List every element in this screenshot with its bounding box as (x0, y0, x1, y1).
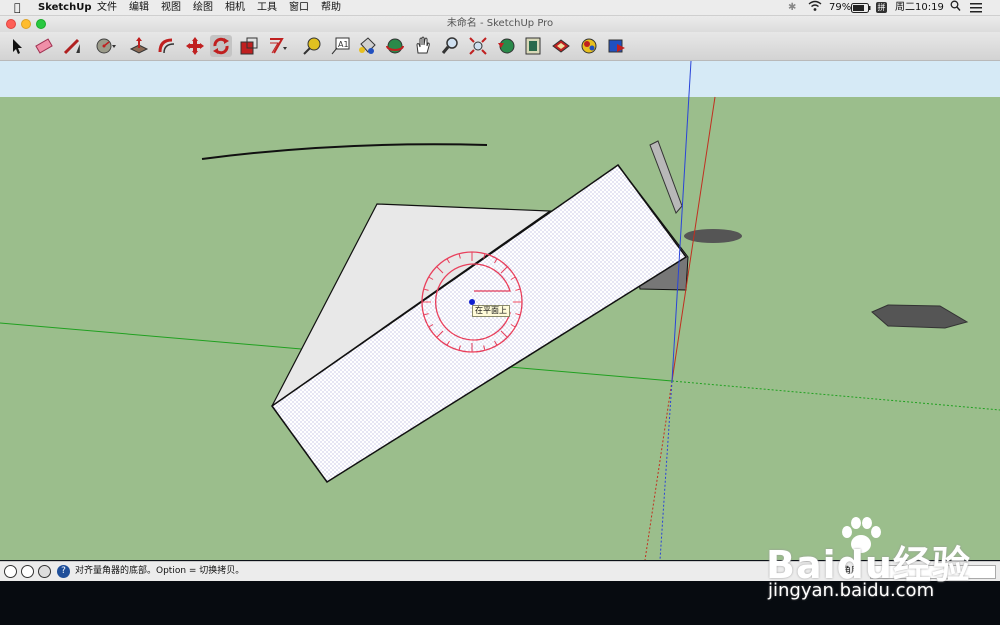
tape-measure-tool-icon[interactable] (301, 35, 323, 57)
menu-view[interactable]: 视图 (161, 0, 181, 15)
app-menu[interactable]: SketchUp (38, 0, 91, 15)
push-pull-tool-icon[interactable] (128, 35, 150, 57)
menu-draw[interactable]: 绘图 (193, 0, 213, 15)
apple-menu-icon[interactable]:  (14, 0, 21, 15)
battery-percent: 79% (829, 2, 852, 13)
geo-location-icon[interactable] (4, 565, 17, 578)
offset-tool-icon[interactable] (266, 35, 288, 57)
move-tool-icon[interactable] (184, 35, 206, 57)
extension-warehouse-icon[interactable] (550, 35, 572, 57)
follow-me-tool-icon[interactable] (156, 35, 178, 57)
menu-tools[interactable]: 工具 (257, 0, 277, 15)
pan-tool-icon[interactable] (412, 35, 434, 57)
window-title-bar: 未命名 - SketchUp Pro (0, 16, 1000, 32)
3d-warehouse-icon[interactable] (522, 35, 544, 57)
inference-tooltip: 在平面上 (472, 305, 510, 317)
rotate-tool-icon[interactable] (210, 35, 232, 57)
menu-camera[interactable]: 相机 (225, 0, 245, 15)
status-hint-text: 对齐量角器的底部。Option = 切换拷贝。 (75, 566, 245, 576)
bluetooth-icon[interactable]: ✱ (788, 0, 796, 15)
arc-tool-icon[interactable] (94, 35, 116, 57)
text-tool-icon[interactable]: A1 (329, 35, 351, 57)
menu-help[interactable]: 帮助 (321, 0, 341, 15)
input-method-indicator[interactable]: 拼 (876, 2, 887, 13)
select-tool-icon[interactable] (5, 35, 27, 57)
zoom-extents-tool-icon[interactable] (467, 35, 489, 57)
paint-bucket-tool-icon[interactable] (356, 35, 378, 57)
window-title: 未命名 - SketchUp Pro (446, 18, 554, 29)
watermark-url: jingyan.baidu.com (768, 580, 935, 601)
menu-file[interactable]: 文件 (97, 0, 117, 15)
menu-edit[interactable]: 编辑 (129, 0, 149, 15)
orbit-tool-icon[interactable] (384, 35, 406, 57)
account-icon[interactable] (38, 565, 51, 578)
sky (0, 61, 1000, 98)
svg-text:A1: A1 (338, 40, 349, 49)
menu-bar:  SketchUp 文件 编辑 视图 绘图 相机 工具 窗口 帮助 ✱ 79%… (0, 0, 1000, 16)
shadow-ellipse (684, 229, 742, 243)
credits-icon[interactable] (21, 565, 34, 578)
share-model-icon[interactable] (605, 35, 627, 57)
clock[interactable]: 周二10:19 (895, 0, 944, 15)
main-toolbar: A1 (0, 32, 1000, 61)
eraser-tool-icon[interactable] (33, 35, 55, 57)
zoom-tool-icon[interactable] (440, 35, 462, 57)
wifi-icon[interactable] (808, 0, 822, 17)
previous-view-icon[interactable] (495, 35, 517, 57)
layout-icon[interactable] (578, 35, 600, 57)
pencil-tool-icon[interactable] (61, 35, 83, 57)
menu-window[interactable]: 窗口 (289, 0, 309, 15)
spotlight-search-icon[interactable] (950, 0, 961, 17)
baidu-jingyan-watermark: Baidu经验 jingyan.baidu.com (766, 516, 996, 606)
scale-tool-icon[interactable] (238, 35, 260, 57)
help-icon[interactable]: ? (57, 565, 70, 578)
modeling-viewport[interactable]: 在平面上 (0, 61, 1000, 560)
